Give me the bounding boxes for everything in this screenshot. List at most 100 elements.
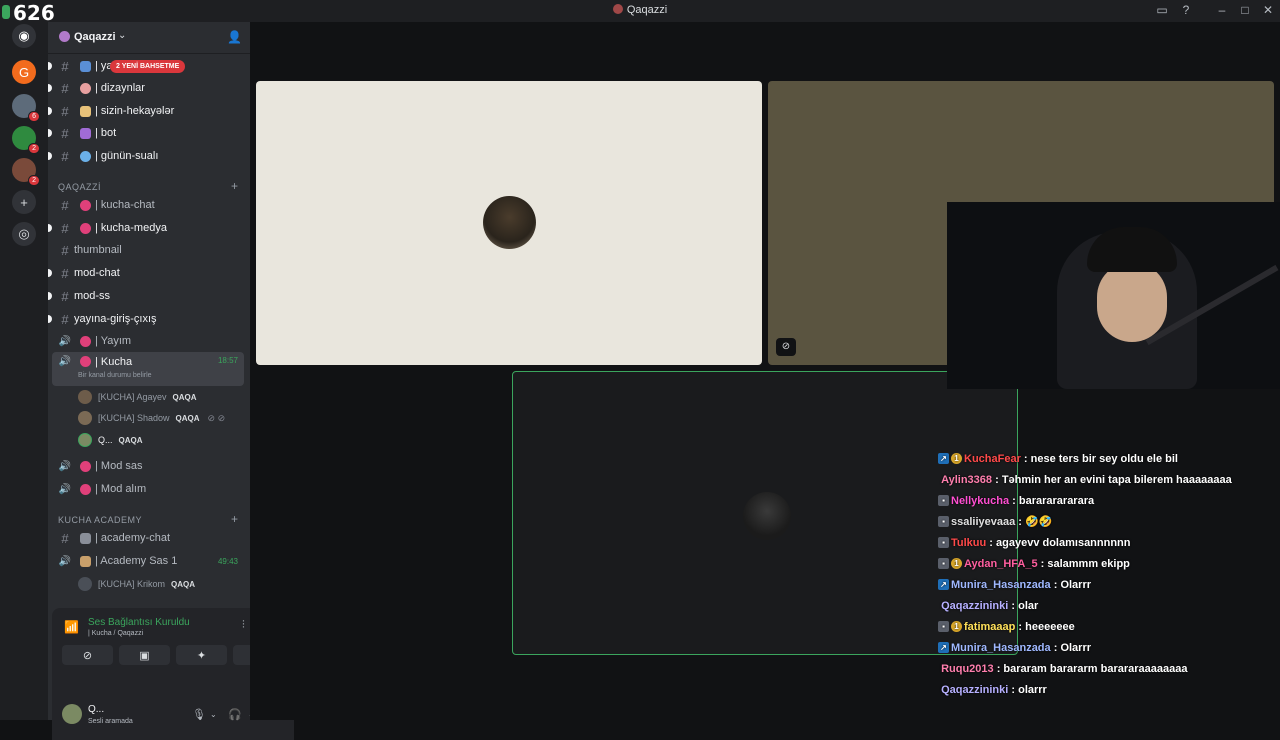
chat-username: Ruqu2013 <box>941 662 994 675</box>
headphones-icon[interactable]: 🎧 <box>228 708 242 721</box>
screen-share-button[interactable]: ▣ <box>119 645 170 665</box>
server-badge: 2 <box>28 143 40 154</box>
channel-label: | kucha-chat <box>95 199 155 211</box>
channel-item[interactable]: # mod-chat <box>48 263 244 283</box>
add-channel-icon[interactable]: + <box>231 179 238 193</box>
chat-message: ▪ 1 Aydan_HFA_5 : salammm ekipp <box>938 553 1280 574</box>
category-header[interactable]: KUCHA ACADEMY <box>58 515 142 525</box>
channel-emoji-icon <box>80 150 91 162</box>
voice-connection-channel[interactable]: | Kucha / Qaqazzi <box>88 630 143 637</box>
chat-message: Ruqu2013 : bararam barararm barararaaaaa… <box>938 658 1280 679</box>
guild-header[interactable]: Qaqazzi ⌄ 👤 <box>48 22 250 54</box>
channel-item[interactable]: # | academy-chat <box>52 528 244 548</box>
server-icon[interactable]: 2 <box>12 126 40 154</box>
channel-item[interactable]: # | kucha-chat <box>52 195 244 215</box>
minimize-button[interactable]: – <box>1213 3 1231 17</box>
channel-label: mod-ss <box>74 290 111 302</box>
close-button[interactable]: ✕ <box>1259 3 1277 17</box>
channel-status-text[interactable]: Bir kanal durumu belirle <box>78 372 152 379</box>
microphone-icon[interactable]: 🎙 <box>192 708 206 721</box>
channel-item[interactable]: # thumbnail <box>52 240 244 260</box>
user-name[interactable]: Q... <box>88 704 104 715</box>
window-title-text: Qaqazzi <box>626 4 668 16</box>
chat-username: ssaliiyevaaa <box>951 515 1016 528</box>
voice-channel-item[interactable]: 🔊 | Academy Sas 1 49:43 <box>52 551 244 571</box>
guild-name: Qaqazzi <box>74 31 116 43</box>
discord-home-icon[interactable]: ◉ <box>12 24 36 48</box>
user-tag: QAQA <box>172 392 197 402</box>
server-icon[interactable]: 6 <box>12 94 40 122</box>
channel-label: | Yayım <box>95 335 132 347</box>
noise-suppression-icon[interactable]: ⫶ <box>242 619 245 632</box>
badge-icon: ↗ <box>938 453 949 464</box>
channel-label: | dizaynlar <box>95 82 145 94</box>
channel-label: yayına-giriş-çıxış <box>74 313 157 325</box>
voice-user[interactable]: [KUCHA] Shadow QAQA ⊘ ⊘ <box>78 408 225 428</box>
participant-avatar <box>743 492 791 540</box>
guild-icon <box>612 4 623 14</box>
signal-icon[interactable]: 📶 <box>64 620 79 634</box>
channel-emoji-icon <box>80 335 91 347</box>
hash-icon: # <box>61 103 69 119</box>
activities-button[interactable]: ✦ <box>176 645 227 665</box>
chat-text: : 🤣🤣 <box>1018 516 1053 528</box>
voice-channel-item[interactable]: 🔊 | Yayım <box>52 331 244 351</box>
chat-message: ▪ Tulkuu : agayevv dolamısannnnnn <box>938 532 1280 553</box>
chat-message: ▪ Nellykucha : barararararara <box>938 490 1280 511</box>
chat-username: Qaqazzininki <box>941 599 1009 612</box>
voice-user[interactable]: [KUCHA] Krikom QAQA <box>78 574 195 594</box>
channel-emoji-icon <box>80 222 91 234</box>
mention-badge[interactable]: 2 YENİ BAHSETME <box>110 60 186 73</box>
hash-icon: # <box>61 58 69 74</box>
hash-icon: # <box>61 242 69 258</box>
voice-channel-item[interactable]: 🔊 | Mod alım <box>52 479 244 499</box>
badge-icon: ▪ <box>938 516 949 527</box>
hash-icon: # <box>61 220 69 236</box>
voice-user[interactable]: Q... QAQA <box>78 430 143 450</box>
channel-item[interactable]: # | bot <box>48 123 244 143</box>
hash-icon: # <box>61 197 69 213</box>
badge-icon: 1 <box>951 558 962 569</box>
voice-user[interactable]: [KUCHA] Agayev QAQA <box>78 387 197 407</box>
streamer-cap <box>1087 227 1177 272</box>
server-icon[interactable]: 2 <box>12 158 40 186</box>
chat-username: KuchaFear <box>964 452 1021 465</box>
voice-channel-active[interactable]: 🔊 | Kucha 18:57 Bir kanal durumu belirle <box>52 352 244 386</box>
server-icon[interactable]: G <box>12 60 36 84</box>
channel-item[interactable]: # | günün-sualı <box>48 146 244 166</box>
channel-label: | Kucha <box>95 356 133 368</box>
channel-label: | Academy Sas 1 <box>95 555 178 567</box>
chat-text: : Təhmin her an evini tapa bilerem haaaa… <box>995 473 1232 486</box>
channel-item[interactable]: # | kucha-medya <box>48 218 244 238</box>
add-user-icon[interactable]: 👤 <box>227 30 242 44</box>
badge-icon: ↗ <box>938 642 949 653</box>
channel-item[interactable]: # | dizaynlar <box>48 78 244 98</box>
channel-item[interactable]: # yayına-giriş-çıxış <box>48 309 244 329</box>
add-channel-icon[interactable]: + <box>231 512 238 526</box>
chevron-down-icon[interactable]: ⌄ <box>210 710 217 719</box>
category-header[interactable]: QAQAZZİ <box>58 182 101 192</box>
maximize-button[interactable]: □ <box>1236 3 1254 17</box>
video-tile[interactable] <box>256 81 762 365</box>
channel-label: | kucha-medya <box>95 222 167 234</box>
chat-username: Munira_Hasanzada <box>951 578 1051 591</box>
channel-label: | bot <box>95 127 117 139</box>
help-icon[interactable]: ? <box>1177 3 1195 17</box>
camera-off-button[interactable]: ⊘ <box>62 645 113 665</box>
user-status: Sesli aramada <box>88 718 133 725</box>
channel-item[interactable]: # | sizin-hekayələr <box>48 101 244 121</box>
channel-label: | günün-sualı <box>95 150 159 162</box>
chat-message: ↗ Munira_Hasanzada : Olarrr <box>938 574 1280 595</box>
add-server-icon[interactable]: + <box>12 190 36 214</box>
channel-item[interactable]: # mod-ss <box>48 286 244 306</box>
hash-icon: # <box>61 80 69 96</box>
chat-text: : salammm ekipp <box>1040 557 1130 570</box>
avatar[interactable] <box>62 704 82 724</box>
voice-connection-title[interactable]: Ses Bağlantısı Kuruldu <box>88 617 190 628</box>
badge-icon: 1 <box>951 621 962 632</box>
inbox-icon[interactable]: ▭ <box>1153 3 1171 17</box>
server-list: ◉ G 6 2 2 + ◎ <box>0 22 48 720</box>
voice-channel-item[interactable]: 🔊 | Mod sas <box>52 456 244 476</box>
explore-icon[interactable]: ◎ <box>12 222 36 246</box>
speaker-icon: 🔊 <box>58 483 72 495</box>
